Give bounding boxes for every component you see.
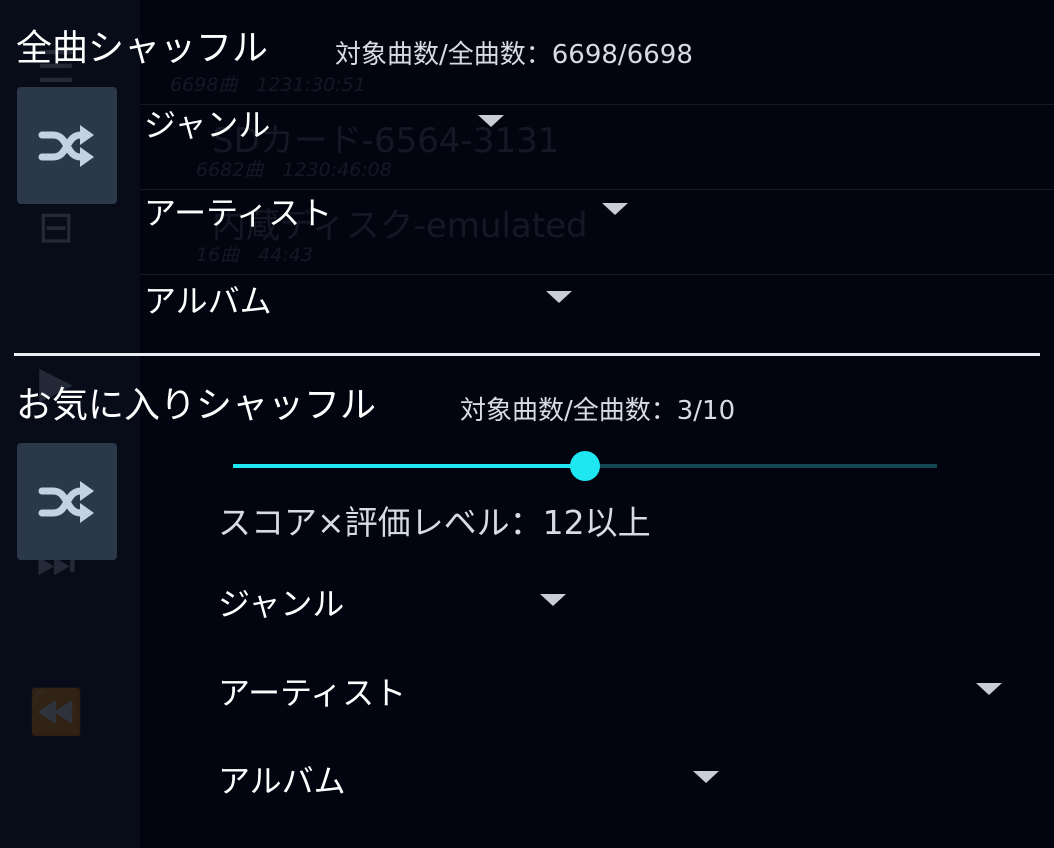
all-artist-dropdown[interactable]: アーティスト: [144, 178, 628, 238]
chevron-down-icon: [546, 291, 572, 303]
all-genre-label: ジャンル: [144, 106, 271, 144]
all-shuffle-title: 全曲シャッフル: [16, 28, 269, 69]
favorite-artist-dropdown[interactable]: アーティスト: [218, 658, 1008, 718]
score-threshold-label: スコア×評価レベル：12以上: [218, 503, 651, 542]
all-album-label: アルバム: [144, 282, 272, 320]
section-divider: [14, 353, 1040, 356]
favorite-genre-dropdown[interactable]: ジャンル: [218, 569, 568, 629]
rewind-icon: ⏪: [28, 687, 84, 738]
shuffle-icon: [38, 124, 94, 167]
shuffle-icon: [38, 480, 94, 523]
favorite-shuffle-title: お気に入りシャッフル: [16, 385, 377, 426]
favorite-genre-label: ジャンル: [218, 585, 345, 623]
score-slider[interactable]: [233, 450, 937, 482]
playlist-icon: ⊟: [37, 201, 75, 253]
all-album-dropdown[interactable]: アルバム: [144, 266, 576, 326]
favorite-artist-label: アーティスト: [218, 674, 407, 712]
all-shuffle-count: 対象曲数/全曲数：6698/6698: [335, 40, 693, 70]
chevron-down-icon: [693, 771, 719, 783]
all-shuffle-button[interactable]: [17, 87, 117, 204]
all-genre-dropdown[interactable]: ジャンル: [144, 90, 508, 150]
chevron-down-icon: [976, 683, 1002, 695]
chevron-down-icon: [602, 203, 628, 215]
chevron-down-icon: [478, 115, 504, 127]
slider-fill: [233, 464, 585, 468]
slider-thumb[interactable]: [570, 451, 600, 481]
favorite-album-label: アルバム: [218, 762, 346, 800]
favorite-shuffle-count: 対象曲数/全曲数：3/10: [460, 396, 736, 426]
all-artist-label: アーティスト: [144, 194, 333, 232]
favorite-album-dropdown[interactable]: アルバム: [218, 746, 724, 806]
chevron-down-icon: [540, 594, 566, 606]
background-item-meta: 16曲 44:43: [196, 244, 313, 266]
favorite-shuffle-button[interactable]: [17, 443, 117, 560]
